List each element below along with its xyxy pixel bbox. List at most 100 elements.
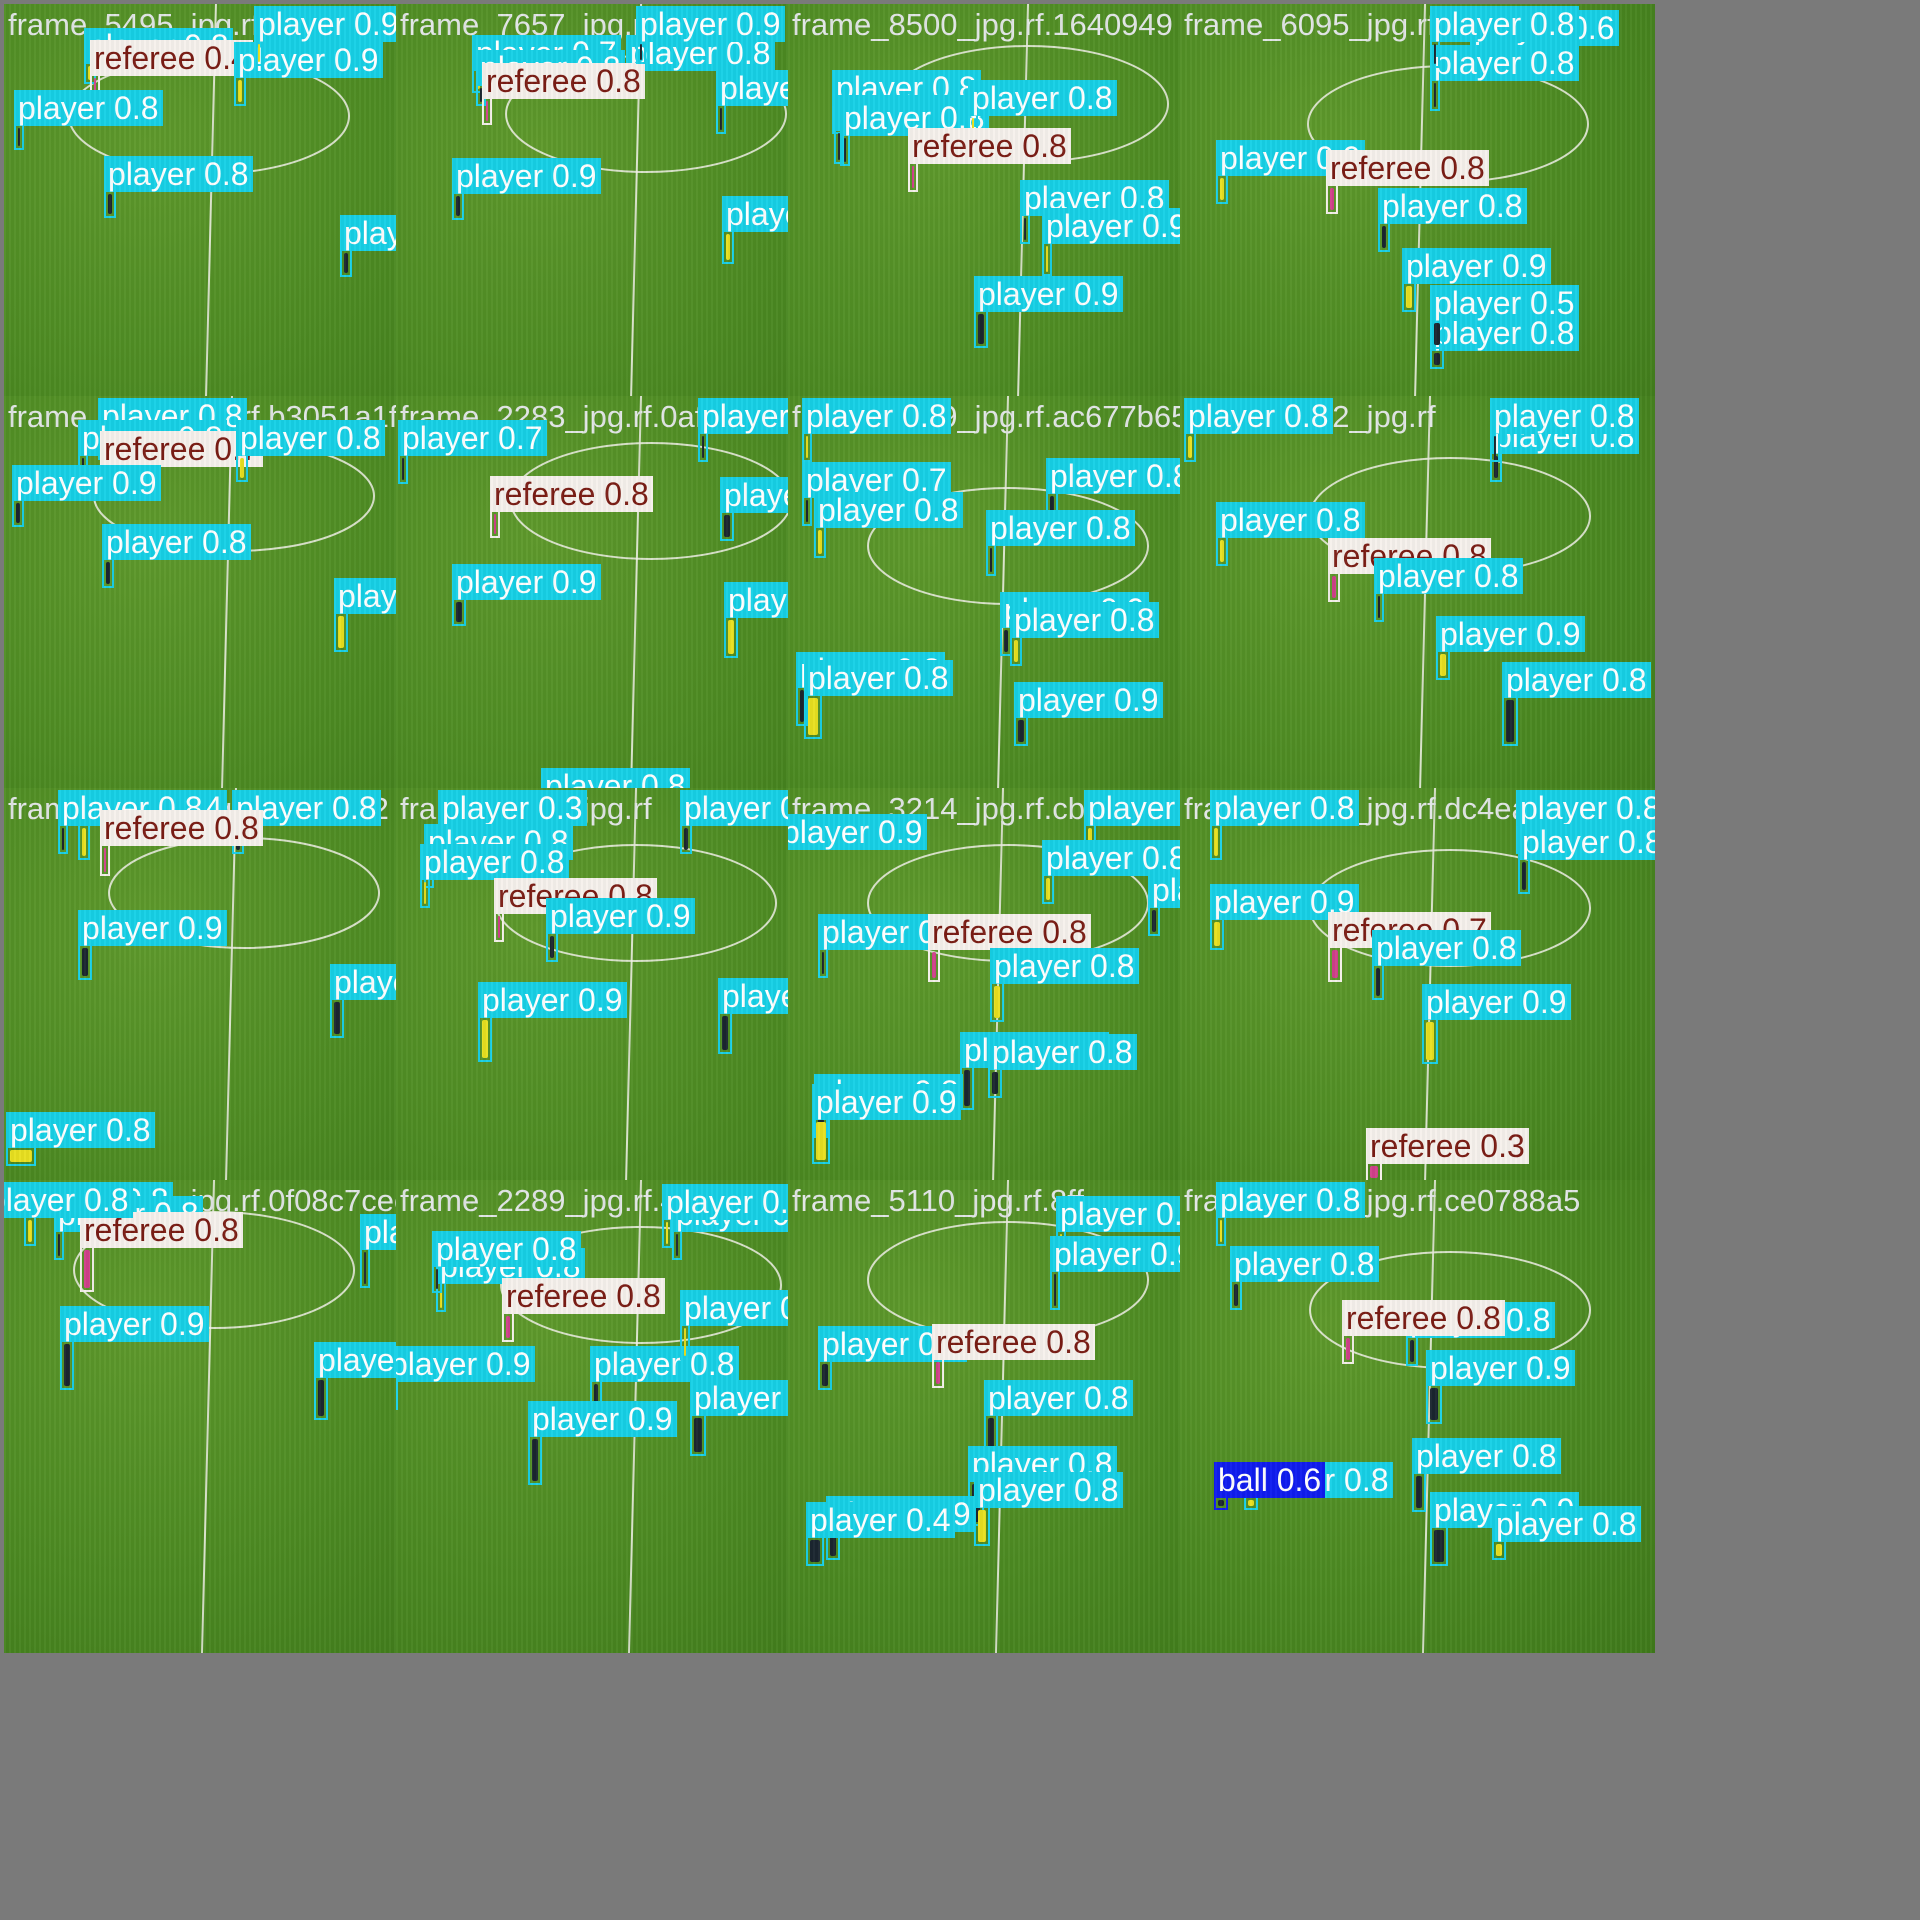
- player-detection-label: player 0.8: [4, 1182, 133, 1218]
- player-figure: [1234, 1284, 1238, 1306]
- player-detection-label: player 0.8: [974, 1472, 1123, 1508]
- referee-figure: [498, 916, 500, 938]
- player-detection-box: player 0.9: [724, 582, 871, 658]
- referee-detection-box: referee 0.8: [928, 914, 1091, 982]
- player-figure: [1376, 968, 1380, 996]
- player-detection-label: player 0.9: [1050, 1236, 1199, 1272]
- player-figure: [724, 515, 730, 537]
- player-figure: [436, 1269, 438, 1289]
- player-figure: [238, 80, 242, 102]
- player-figure: [806, 500, 808, 522]
- player-detection-box: player 0.8: [804, 660, 953, 739]
- player-detection-box: player 0.8: [1216, 502, 1365, 566]
- player-detection-label: player 0.8: [432, 1231, 581, 1267]
- referee-figure: [1332, 576, 1336, 598]
- player-detection-box: player 0.8: [1020, 180, 1169, 244]
- referee-detection-box: referee 0.8: [100, 810, 263, 876]
- detection-mosaic: frame_5495_jpg.rf.4player 0.8referee 0.4…: [0, 0, 1920, 1920]
- referee-figure: [932, 952, 936, 978]
- player-figure: [1220, 178, 1224, 200]
- player-detection-box: player 0.8: [14, 90, 163, 150]
- player-detection-label: player 0.8: [1412, 1438, 1561, 1474]
- player-detection-box: player 0.9: [254, 6, 403, 66]
- player-detection-label: player 0.8: [1430, 6, 1579, 42]
- referee-figure: [1346, 1338, 1350, 1360]
- player-detection-box: player 0.8: [6, 1112, 155, 1166]
- player-figure: [1430, 1388, 1438, 1420]
- player-figure: [1024, 218, 1026, 240]
- player-detection-label: player 0.5: [1430, 285, 1579, 321]
- referee-detection-box: referee 0.7: [1328, 912, 1491, 982]
- player-detection-box: player 0.8: [814, 492, 963, 558]
- player-detection-label: player 0.9: [396, 1346, 535, 1382]
- referee-detection-box: referee 0.8: [494, 878, 657, 942]
- player-detection-box: player 0.8: [1430, 315, 1579, 369]
- player-figure: [1004, 630, 1008, 652]
- referee-detection-label: referee 0.8: [1326, 150, 1489, 186]
- player-figure: [676, 1234, 678, 1256]
- referee-detection-label: referee 0.8: [502, 1278, 665, 1314]
- player-detection-box: player 0.8: [1492, 1506, 1641, 1560]
- player-detection-label: player 0.8: [1516, 790, 1655, 826]
- referee-detection-label: referee 0.8: [932, 1324, 1095, 1360]
- player-figure: [1046, 878, 1050, 900]
- player-detection-box: player 0.8: [236, 420, 385, 482]
- player-detection-box: player 0.8: [974, 1472, 1123, 1546]
- player-figure: [990, 548, 992, 572]
- player-detection-box: player 0.7: [802, 462, 951, 526]
- player-detection-box: player 0.8: [432, 1231, 581, 1293]
- player-detection-label: player 0.3: [438, 790, 587, 826]
- player-detection-box: player 0.8: [818, 1326, 967, 1390]
- player-figure: [58, 1234, 60, 1256]
- player-detection-box: player 0.8: [698, 398, 847, 462]
- player-detection-box: player 0.9: [334, 578, 479, 652]
- player-detection-label: player 0.9: [60, 1306, 209, 1342]
- player-detection-label: player 0.8: [1230, 1246, 1379, 1282]
- player-detection-box: player 0.8: [1210, 790, 1359, 860]
- player-detection-box: player 0.9: [722, 196, 871, 264]
- player-detection-box: player 0.9: [234, 42, 383, 106]
- player-figure: [978, 314, 984, 344]
- player-detection-box: player 0.8: [690, 1380, 839, 1456]
- player-detection-label: player 0.8: [986, 510, 1135, 546]
- player-detection-label: player 0.9: [636, 6, 785, 42]
- referee-detection-label: referee 0.8: [908, 128, 1071, 164]
- player-detection-box: player 0.8: [340, 215, 479, 277]
- image-tile: frame_2184_jpg.rf.ce0788a5 player 0.8 play…: [1180, 1180, 1655, 1653]
- player-figure: [334, 1002, 340, 1034]
- player-detection-label: player 0.8: [804, 660, 953, 696]
- player-detection-box: player 0.8: [716, 70, 865, 134]
- player-figure: [550, 936, 554, 958]
- player-detection-label: player 0.9: [1042, 208, 1191, 244]
- player-detection-label: player 0.8: [1046, 458, 1195, 494]
- player-detection-box: player 0.9: [452, 564, 601, 626]
- player-figure: [1434, 1530, 1444, 1562]
- player-figure: [822, 1364, 828, 1386]
- player-detection-box: player 0.9: [636, 6, 785, 64]
- player-figure: [482, 1020, 488, 1058]
- player-detection-label: player 0.8: [968, 80, 1117, 116]
- player-figure: [684, 1328, 686, 1356]
- player-detection-box: player 0.8: [1412, 1438, 1561, 1512]
- player-detection-box: player 0.7: [398, 420, 547, 484]
- player-figure: [456, 602, 462, 622]
- referee-figure: [1330, 188, 1334, 210]
- player-detection-box: player 0.8: [1502, 662, 1651, 746]
- player-figure: [726, 234, 730, 260]
- player-detection-label: player 0.9: [78, 910, 227, 946]
- player-figure: [1434, 353, 1440, 365]
- player-detection-label: player 0.8: [984, 1380, 1133, 1416]
- player-figure: [1054, 1274, 1056, 1306]
- player-detection-box: player 0.8: [680, 1290, 829, 1360]
- player-figure: [1220, 540, 1224, 562]
- player-detection-label: player 0.8: [814, 492, 963, 528]
- player-figure: [1018, 720, 1024, 742]
- player-detection-label: player 0.9: [546, 898, 695, 934]
- player-figure: [1214, 828, 1218, 856]
- player-detection-box: player 0.8: [1230, 1246, 1379, 1310]
- referee-detection-label: referee 0.8: [1342, 1300, 1505, 1336]
- player-figure: [106, 562, 110, 584]
- player-detection-label: player 0.8: [420, 844, 569, 880]
- player-detection-box: player 0.8: [1216, 1182, 1365, 1246]
- player-detection-box: player 0.9: [1402, 248, 1551, 312]
